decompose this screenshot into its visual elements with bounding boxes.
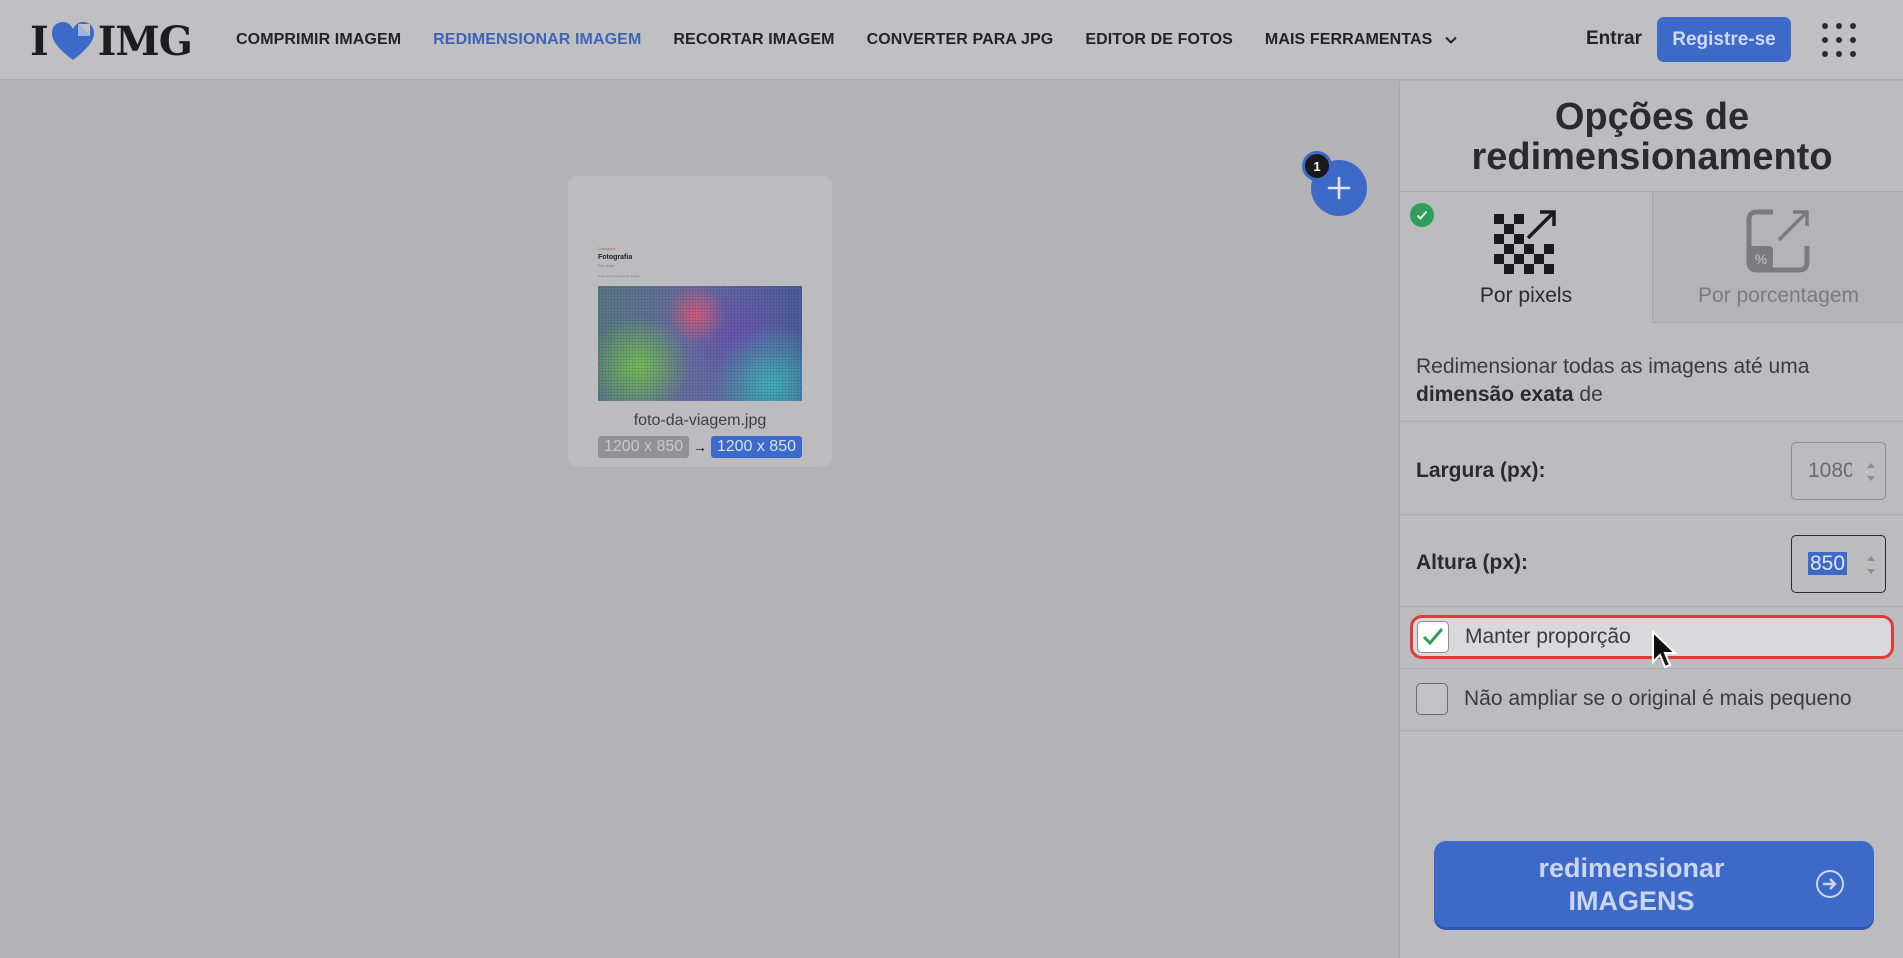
panel-title: Opções de redimensionamento [1400, 97, 1903, 177]
thumbnail-body: Texto do documento de viagem [598, 274, 640, 278]
no-enlarge-option[interactable]: Não ampliar se o original é mais pequeno [1410, 677, 1894, 721]
file-card[interactable]: Categoria Fotografia Por autor Texto do … [568, 176, 832, 467]
nav-converter-jpg[interactable]: CONVERTER PARA JPG [867, 31, 1054, 49]
register-button[interactable]: Registre-se [1657, 17, 1791, 62]
desc-bold: dimensão exata [1416, 383, 1574, 406]
file-count-badge: 1 [1302, 151, 1332, 181]
dimension-info: 1200 x 850 → 1200 x 850 [598, 436, 802, 458]
tab-by-percentage-label: Por porcentagem [1697, 284, 1860, 307]
desc-text: Redimensionar todas as imagens até uma [1416, 355, 1810, 378]
percentage-resize-icon: % [1746, 209, 1810, 273]
nav-mais-ferramentas[interactable]: MAIS FERRAMENTAS [1265, 31, 1459, 49]
chevron-down-icon [1445, 36, 1458, 44]
mouse-cursor-icon [1652, 630, 1678, 669]
width-input[interactable]: 1080 [1791, 442, 1886, 500]
login-link[interactable]: Entrar [1586, 28, 1642, 50]
new-dimensions: 1200 x 850 [710, 436, 802, 458]
height-label: Altura (px): [1416, 551, 1528, 574]
arrow-right-icon: → [693, 439, 707, 455]
tab-by-pixels[interactable]: Por pixels [1400, 192, 1652, 323]
resize-mode-tabs: Por pixels % Por porcentagem [1400, 191, 1903, 323]
height-spinner-icon[interactable] [1865, 550, 1877, 580]
divider [1400, 730, 1903, 731]
original-dimensions: 1200 x 850 [598, 436, 690, 458]
thumbnail-title: Fotografia [598, 254, 633, 261]
file-thumbnail: Categoria Fotografia Por autor Texto do … [598, 246, 802, 406]
logo-text-right: IMG [97, 18, 193, 65]
main-nav: COMPRIMIR IMAGEM REDIMENSIONAR IMAGEM RE… [236, 0, 1490, 80]
top-header: I IMG COMPRIMIR IMAGEM REDIMENSIONAR IMA… [0, 0, 1903, 80]
desc-text-end: de [1579, 383, 1603, 406]
nav-mais-ferramentas-label: MAIS FERRAMENTAS [1264, 31, 1433, 48]
arrow-circle-right-icon [1816, 870, 1844, 898]
file-name: foto-da-viagem.jpg [633, 412, 767, 429]
nav-redimensionar[interactable]: REDIMENSIONAR IMAGEM [433, 31, 641, 49]
pixels-resize-icon [1494, 210, 1556, 274]
thumbnail-subtitle: Por autor [598, 263, 615, 268]
plus-icon [1327, 176, 1351, 200]
resize-description: Redimensionar todas as imagens até uma d… [1416, 353, 1886, 409]
heart-logo-icon [51, 21, 94, 60]
tab-by-percentage[interactable]: % Por porcentagem [1652, 192, 1903, 323]
no-enlarge-checkbox[interactable] [1416, 683, 1448, 715]
width-value: 1080 [1808, 459, 1852, 482]
nav-comprimir[interactable]: COMPRIMIR IMAGEM [236, 31, 401, 49]
resize-images-button[interactable]: redimensionar IMAGENS [1434, 841, 1874, 927]
selected-check-icon [1410, 203, 1434, 227]
width-spinner-icon[interactable] [1865, 457, 1877, 487]
height-input[interactable]: 850 [1791, 535, 1886, 593]
keep-ratio-label: Manter proporção [1465, 625, 1631, 648]
resize-images-label: redimensionar IMAGENS [1434, 852, 1829, 918]
logo-text-left: I [30, 18, 49, 65]
resize-images-label-line2: IMAGENS [1568, 886, 1695, 916]
panel-title-line2: redimensionamento [1471, 136, 1833, 178]
height-value: 850 [1808, 552, 1848, 575]
thumbnail-photo [598, 286, 802, 401]
width-label: Largura (px): [1416, 459, 1546, 482]
keep-ratio-checkbox[interactable] [1417, 621, 1449, 653]
nav-editor-fotos[interactable]: EDITOR DE FOTOS [1085, 31, 1233, 49]
panel-title-line1: Opções de [1554, 96, 1750, 138]
nav-recortar[interactable]: RECORTAR IMAGEM [673, 31, 834, 49]
svg-text:%: % [1755, 251, 1768, 267]
ilovimg-logo[interactable]: I IMG [30, 18, 193, 65]
divider [1400, 421, 1903, 422]
grid-menu-icon[interactable] [1822, 23, 1856, 57]
resize-images-label-line1: redimensionar [1538, 853, 1725, 883]
divider [1400, 514, 1903, 515]
no-enlarge-label: Não ampliar se o original é mais pequeno [1464, 687, 1852, 710]
tab-by-pixels-label: Por pixels [1479, 284, 1573, 307]
resize-options-panel: Opções de redimensionamento Por pixels %… [1399, 81, 1903, 958]
thumbnail-category: Categoria [598, 246, 616, 251]
divider [1400, 606, 1903, 607]
checkmark-icon [1422, 628, 1444, 646]
